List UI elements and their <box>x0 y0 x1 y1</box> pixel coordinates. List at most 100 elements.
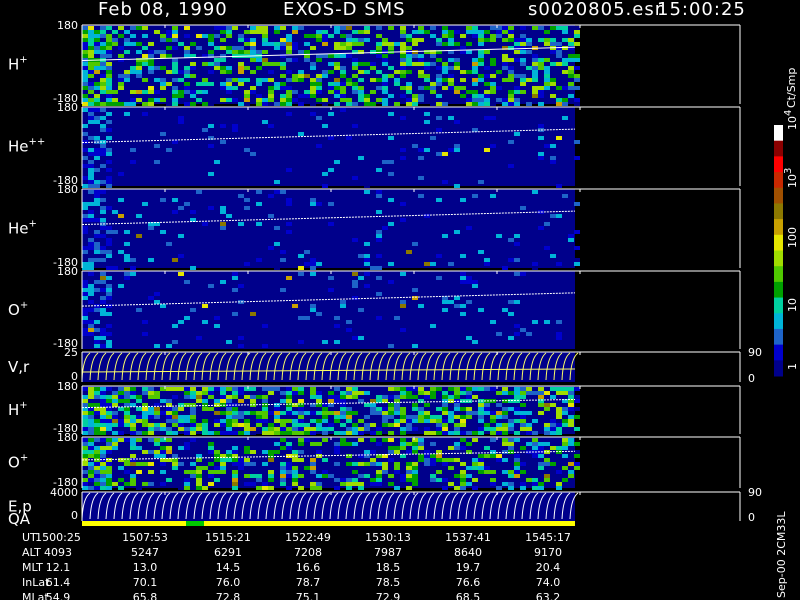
spectrogram-cell <box>208 38 214 42</box>
spectrogram-cell <box>124 258 130 262</box>
spectrogram-cell <box>412 391 418 395</box>
footer-id: Sep-00 2CM33L <box>775 511 788 598</box>
spectrogram-cell <box>316 419 322 423</box>
spectrogram-cell <box>190 482 196 486</box>
spectrogram-cell <box>340 54 346 58</box>
spectrogram-cell <box>214 34 220 38</box>
spectrogram-cell <box>88 466 94 470</box>
spectrogram-cell <box>562 86 568 90</box>
spectrogram-cell <box>118 399 124 403</box>
spectrogram-cell <box>280 466 286 470</box>
spectrogram-cell <box>502 66 508 70</box>
spectrogram-cell <box>220 226 226 230</box>
spectrogram-cell <box>496 415 502 419</box>
spectrogram-cell <box>442 462 448 466</box>
spectrogram-cell <box>214 74 220 78</box>
spectrogram-cell <box>376 395 382 399</box>
spectrogram-cell <box>148 90 154 94</box>
spectrogram-cell <box>376 86 382 90</box>
spectrogram-cell <box>508 438 514 442</box>
spectrogram-cell <box>430 262 436 266</box>
spectrogram-cell <box>190 62 196 66</box>
spectrogram-cell <box>274 419 280 423</box>
spectrogram-cell <box>100 391 106 395</box>
spectrogram-cell <box>196 90 202 94</box>
spectrogram-cell <box>256 454 262 458</box>
spectrogram-cell <box>388 94 394 98</box>
spectrogram-cell <box>148 415 154 419</box>
spectrogram-cell <box>160 411 166 415</box>
spectrogram-cell <box>106 86 112 90</box>
spectrogram-cell <box>550 391 556 395</box>
spectrogram-cell <box>94 328 100 332</box>
spectrogram-cell <box>124 254 130 258</box>
spectrogram-cell <box>472 395 478 399</box>
spectrogram-cell <box>262 391 268 395</box>
spectrogram-cell <box>82 94 88 98</box>
spectrogram-cell <box>202 419 208 423</box>
spectrogram-cell <box>178 446 184 450</box>
spectrogram-cell <box>106 42 112 46</box>
spectrogram-cell <box>448 427 454 431</box>
spectrogram-cell <box>358 403 364 407</box>
spectrogram-cell <box>304 42 310 46</box>
spectrogram-cell <box>262 486 268 490</box>
spectrogram-cell <box>340 90 346 94</box>
spectrogram-cell <box>382 98 388 102</box>
spectrogram-cell <box>124 470 130 474</box>
spectrogram-cell <box>532 427 538 431</box>
spectrogram-cell <box>286 102 292 106</box>
spectrogram-cell <box>124 415 130 419</box>
spectrogram-cell <box>436 116 442 120</box>
spectrogram-cell <box>244 30 250 34</box>
spectrogram-cell <box>334 462 340 466</box>
spectrogram-cell <box>556 336 562 340</box>
spectrogram-cell <box>106 446 112 450</box>
spectrogram-cell <box>220 38 226 42</box>
spectrogram-cell <box>232 486 238 490</box>
spectrogram-cell <box>220 50 226 54</box>
spectrogram-cell <box>280 86 286 90</box>
spectrogram-cell <box>166 450 172 454</box>
spectrogram-cell <box>442 419 448 423</box>
spectrogram-cell <box>154 415 160 419</box>
spectrogram-cell <box>94 387 100 391</box>
spectrogram-cell <box>172 78 178 82</box>
spectrogram-cell <box>508 312 514 316</box>
spectrogram-cell <box>106 419 112 423</box>
spectrogram-cell <box>418 411 424 415</box>
spectrogram-cell <box>340 74 346 78</box>
spectrogram-cell <box>352 442 358 446</box>
spectrogram-cell <box>118 82 124 86</box>
spectrogram-cell <box>544 423 550 427</box>
spectrogram-cell <box>346 387 352 391</box>
spectrogram-cell <box>484 102 490 106</box>
spectrogram-cell <box>262 324 268 328</box>
spectrogram-cell <box>238 423 244 427</box>
spectrogram-cell <box>460 304 466 308</box>
spectrogram-cell <box>562 411 568 415</box>
spectrogram-cell <box>478 98 484 102</box>
spectrogram-cell <box>442 66 448 70</box>
spectrogram-cell <box>502 442 508 446</box>
spectrogram-cell <box>514 438 520 442</box>
spectrogram-cell <box>226 431 232 435</box>
spectrogram-cell <box>232 387 238 391</box>
spectrogram-cell <box>514 462 520 466</box>
spectrogram-cell <box>490 194 496 198</box>
spectrogram-cell <box>472 194 478 198</box>
spectrogram-cell <box>208 172 214 176</box>
spectrogram-cell <box>382 58 388 62</box>
spectrogram-cell <box>256 74 262 78</box>
spectrogram-cell <box>442 427 448 431</box>
spectrogram-cell <box>322 30 328 34</box>
spectrogram-cell <box>130 42 136 46</box>
spectrogram-cell <box>304 284 310 288</box>
spectrogram-cell <box>478 54 484 58</box>
spectrogram-cell <box>358 474 364 478</box>
spectrogram-cell <box>466 466 472 470</box>
spectrogram-cell <box>250 431 256 435</box>
spectrogram-cell <box>334 46 340 50</box>
spectrogram-cell <box>124 242 130 246</box>
spectrogram-cell <box>556 427 562 431</box>
